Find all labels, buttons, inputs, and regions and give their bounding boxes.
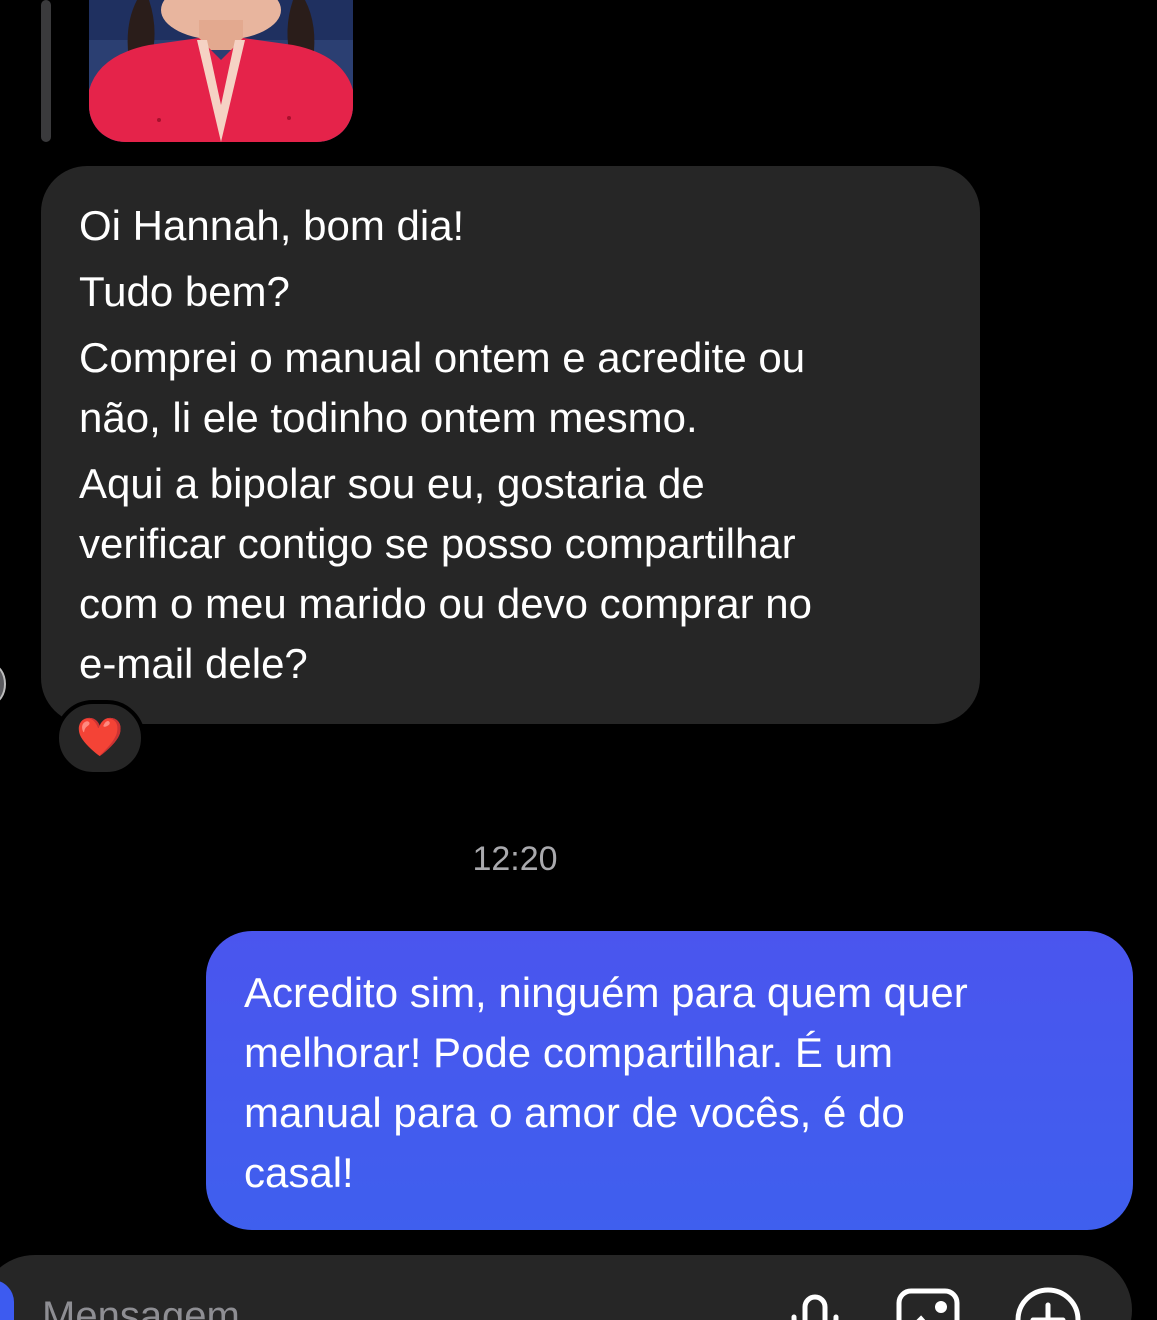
message-input[interactable]: Mensagem [42, 1294, 240, 1320]
outgoing-message-bubble[interactable]: Acredito sim, ninguém para quem quer mel… [206, 931, 1133, 1230]
message-line: Acredito sim, ninguém para quem quer [244, 969, 968, 1016]
message-line: e-mail dele? [79, 640, 308, 687]
message-paragraph: Tudo bem? [79, 262, 940, 322]
message-timestamp: 12:20 [0, 840, 1030, 879]
message-line: manual para o amor de vocês, é do [244, 1089, 905, 1136]
message-line: casal! [244, 1149, 354, 1196]
message-paragraph: Comprei o manual ontem e acredite ou não… [79, 328, 940, 448]
shared-image[interactable] [89, 0, 353, 142]
message-line: Tudo bem? [79, 268, 290, 315]
message-line: com o meu marido ou devo comprar no [79, 580, 813, 627]
shared-image-photo [89, 0, 353, 142]
contact-avatar[interactable] [0, 664, 6, 704]
message-line: Comprei o manual ontem e acredite ou [79, 334, 806, 381]
message-paragraph: Oi Hannah, bom dia! [79, 196, 940, 256]
gallery-icon[interactable] [893, 1285, 963, 1320]
add-icon[interactable] [1013, 1285, 1083, 1320]
message-line: Aqui a bipolar sou eu, gostaria de [79, 460, 705, 507]
timestamp-text: 12:20 [472, 840, 558, 878]
heart-icon: ❤️ [76, 717, 124, 759]
message-line: verificar contigo se posso compartilhar [79, 520, 796, 567]
message-paragraph: Aqui a bipolar sou eu, gostaria de verif… [79, 454, 940, 694]
message-line: melhorar! Pode compartilhar. É um [244, 1029, 893, 1076]
incoming-message-bubble[interactable]: Oi Hannah, bom dia! Tudo bem? Comprei o … [41, 166, 980, 724]
message-line: Oi Hannah, bom dia! [79, 202, 465, 249]
microphone-icon[interactable] [780, 1285, 850, 1320]
reply-quote-bar [41, 0, 51, 142]
chat-screen: Oi Hannah, bom dia! Tudo bem? Comprei o … [0, 0, 1157, 1320]
message-line: não, li ele todinho ontem mesmo. [79, 394, 698, 441]
heart-reaction[interactable]: ❤️ [55, 700, 145, 776]
